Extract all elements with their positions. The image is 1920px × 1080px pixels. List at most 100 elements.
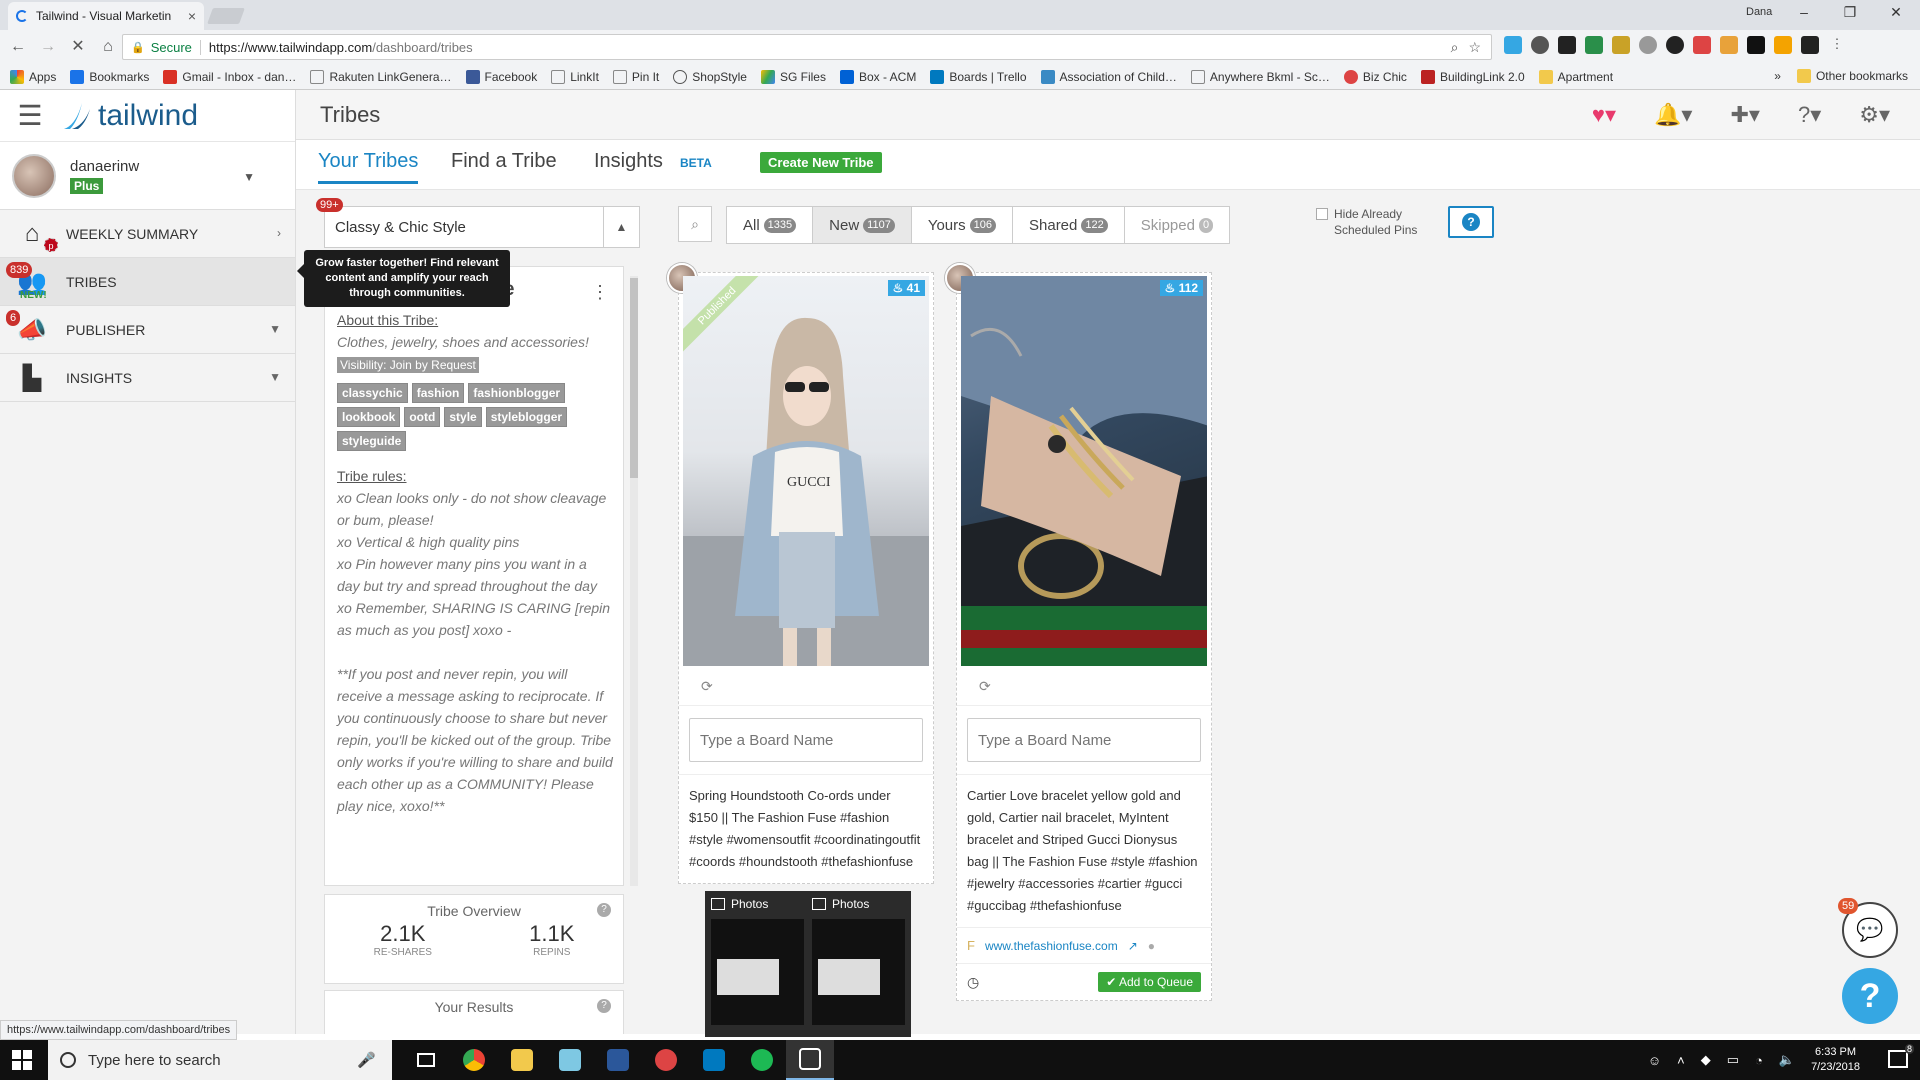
bookmark-gmail[interactable]: Gmail - Inbox - dan… <box>163 69 296 84</box>
stop-button[interactable]: ✕ <box>66 35 90 59</box>
source-link[interactable]: www.thefashionfuse.com <box>985 939 1118 953</box>
zoom-icon[interactable]: ⌕ <box>1451 39 1459 56</box>
wifi-icon[interactable]: ◔ <box>1755 1053 1763 1068</box>
profile-name[interactable]: Dana <box>1746 6 1772 18</box>
browser-tab[interactable]: Tailwind - Visual Marketin × <box>8 2 204 30</box>
search-button[interactable]: ⌕ <box>678 206 712 242</box>
forward-button[interactable]: → <box>36 35 60 59</box>
tag[interactable]: style <box>444 407 482 427</box>
hide-scheduled-checkbox[interactable] <box>1316 208 1328 220</box>
other-bookmarks[interactable]: Other bookmarks <box>1796 69 1908 83</box>
notifications-icon[interactable]: 8 <box>1888 1044 1914 1068</box>
layers-extension-icon[interactable] <box>1558 36 1576 54</box>
hamburger-menu-icon[interactable]: ☰ <box>0 99 60 132</box>
file-explorer-icon[interactable] <box>498 1040 546 1080</box>
tag[interactable]: lookbook <box>337 407 401 427</box>
board-name-input[interactable] <box>967 718 1201 762</box>
tray-up-arrow-icon[interactable]: ˄ <box>1677 1053 1685 1068</box>
bell-icon[interactable]: 🔔▾ <box>1654 102 1692 128</box>
user-profile[interactable]: p danaerinw Plus ▼ <box>0 142 295 252</box>
schedule-clock-icon[interactable]: ◷ <box>967 974 979 990</box>
filter-yours[interactable]: Yours 106 <box>912 207 1013 243</box>
more-options-icon[interactable]: ⋮ <box>591 281 609 303</box>
bookmark-bookmarks[interactable]: Bookmarks <box>70 69 149 84</box>
toolbar-extension-icon[interactable] <box>1774 36 1792 54</box>
chrome-icon[interactable] <box>450 1040 498 1080</box>
bookmark-association[interactable]: Association of Child… <box>1040 69 1177 84</box>
bookmark-bizchic[interactable]: Biz Chic <box>1343 69 1407 84</box>
minimize-button[interactable]: – <box>1784 4 1824 20</box>
external-link-icon[interactable]: ↗ <box>1128 939 1138 953</box>
tag[interactable]: ootd <box>404 407 441 427</box>
pin-image[interactable]: ♨ 112 <box>961 276 1207 666</box>
close-tab-icon[interactable]: × <box>188 8 196 24</box>
help-icon[interactable]: ?▾ <box>1798 102 1821 128</box>
tab-find-a-tribe[interactable]: Find a Tribe <box>451 150 557 173</box>
plus-icon[interactable]: ✚▾ <box>1730 102 1759 128</box>
sidebar-item-tribes[interactable]: 👥 839 NEW! TRIBES <box>0 258 295 306</box>
star-icon[interactable]: ☆ <box>1468 39 1481 56</box>
tribe-scrollbar[interactable] <box>630 276 638 886</box>
bookmark-box[interactable]: Box - ACM <box>839 69 916 84</box>
sidebar-item-insights[interactable]: ▙ INSIGHTS ▼ <box>0 354 295 402</box>
home-button[interactable]: ⌂ <box>96 35 120 59</box>
more-bookmarks-button[interactable]: » <box>1774 69 1781 83</box>
paint-icon[interactable] <box>642 1040 690 1080</box>
tailwind-extension-icon[interactable] <box>1504 36 1522 54</box>
arc-extension-icon[interactable] <box>1720 36 1738 54</box>
tailwind-logo[interactable]: tailwind <box>60 99 198 133</box>
bookmark-facebook[interactable]: Facebook <box>465 69 537 84</box>
tag[interactable]: styleguide <box>337 431 407 451</box>
bookmark-shopstyle[interactable]: ShopStyle <box>673 69 747 84</box>
photos-preview-window[interactable]: Photos <box>711 897 804 1031</box>
chat-button[interactable]: 59 💬 <box>1838 898 1898 958</box>
address-bar[interactable]: 🔒 Secure https://www.tailwindapp.com/das… <box>122 34 1492 60</box>
refresh-icon[interactable]: ⟳ <box>957 666 1211 706</box>
volume-icon[interactable]: 🔈 <box>1779 1052 1795 1068</box>
battery-icon[interactable]: ▭ <box>1727 1052 1739 1068</box>
c-extension-icon[interactable] <box>1666 36 1684 54</box>
pinterest-extension-icon[interactable] <box>1531 36 1549 54</box>
help-widget-button[interactable]: ? <box>1842 968 1898 1024</box>
photos-preview-window[interactable]: Photos <box>812 897 905 1031</box>
filter-all[interactable]: All 1335 <box>727 207 814 243</box>
microphone-icon[interactable]: 🎤 <box>357 1051 376 1069</box>
bookmark-pinit[interactable]: Pin It <box>612 69 659 84</box>
counter-extension-icon[interactable] <box>1585 36 1603 54</box>
hide-scheduled-toggle[interactable]: Hide Already Scheduled Pins <box>1316 206 1424 238</box>
windows-start-icon[interactable] <box>12 1050 32 1070</box>
tab-insights[interactable]: Insights <box>594 150 663 173</box>
circle-extension-icon[interactable] <box>1639 36 1657 54</box>
amazon-extension-icon[interactable] <box>1801 36 1819 54</box>
p-extension-icon[interactable] <box>1747 36 1765 54</box>
bookmark-apartment[interactable]: Apartment <box>1538 69 1613 84</box>
tag[interactable]: fashion <box>411 383 465 403</box>
add-to-queue-button[interactable]: ✔ Add to Queue <box>1098 972 1201 992</box>
bookmark-sgfiles[interactable]: SG Files <box>760 69 826 84</box>
help-icon[interactable]: ? <box>597 999 611 1013</box>
badge-extension-icon[interactable] <box>1612 36 1630 54</box>
sidebar-item-weekly-summary[interactable]: ⌂ WEEKLY SUMMARY › <box>0 210 295 258</box>
filter-shared[interactable]: Shared 122 <box>1013 207 1125 243</box>
word-icon[interactable] <box>594 1040 642 1080</box>
tab-your-tribes[interactable]: Your Tribes <box>318 150 419 184</box>
new-tab-button[interactable] <box>207 8 245 24</box>
board-name-input[interactable] <box>689 718 923 762</box>
filter-skipped[interactable]: Skipped 0 <box>1125 207 1229 243</box>
task-view-icon[interactable] <box>402 1040 450 1080</box>
bookmark-rakuten[interactable]: Rakuten LinkGenera… <box>310 69 452 84</box>
bookmark-buildinglink[interactable]: BuildingLink 2.0 <box>1420 69 1525 84</box>
menu-icon[interactable]: ⋮ <box>1828 36 1846 54</box>
bookmark-anywhere[interactable]: Anywhere Bkml - Sc… <box>1190 69 1330 84</box>
info-icon[interactable]: ● <box>1148 939 1155 953</box>
tag[interactable]: styleblogger <box>485 407 568 427</box>
sidebar-item-publisher[interactable]: 📣 6 PUBLISHER ▼ <box>0 306 295 354</box>
refresh-icon[interactable]: ⟳ <box>679 666 933 706</box>
dropbox-icon[interactable]: ◆ <box>1701 1052 1711 1068</box>
trello-icon[interactable] <box>690 1040 738 1080</box>
photos-app-icon[interactable] <box>786 1040 834 1080</box>
close-window-button[interactable]: ✕ <box>1876 4 1916 21</box>
alert-extension-icon[interactable] <box>1693 36 1711 54</box>
pin-image[interactable]: GUCCI Published ♨ 41 <box>683 276 929 666</box>
bookmark-trello[interactable]: Boards | Trello <box>930 69 1027 84</box>
